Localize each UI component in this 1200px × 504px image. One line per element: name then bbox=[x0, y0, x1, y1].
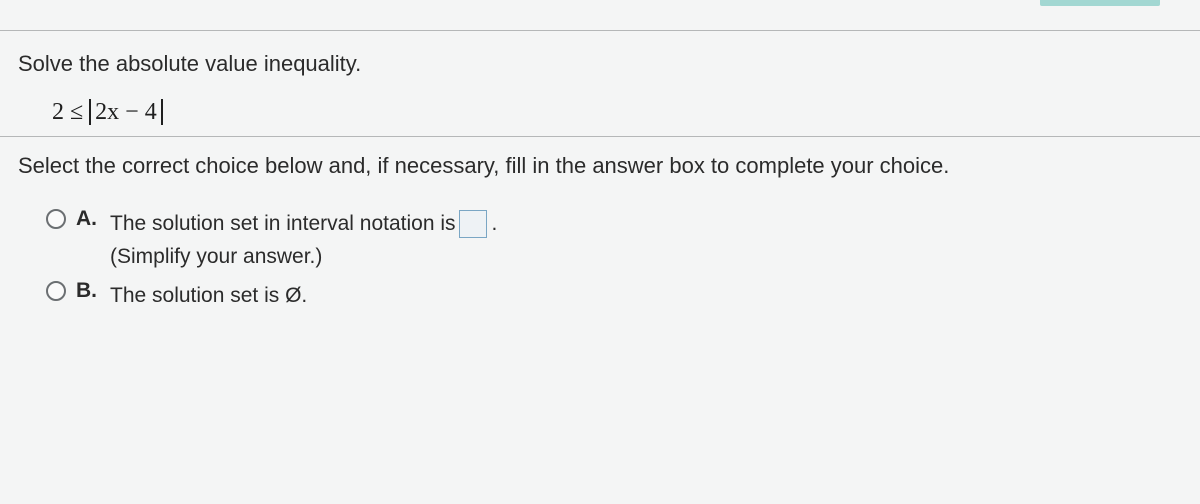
question-page: Solve the absolute value inequality. 2 ≤… bbox=[0, 0, 1200, 504]
choice-b-line: The solution set is Ø. bbox=[110, 279, 307, 313]
choice-a-sub: (Simplify your answer.) bbox=[110, 245, 497, 269]
answer-input-box[interactable] bbox=[459, 210, 487, 238]
radio-a[interactable] bbox=[46, 209, 66, 229]
choice-list: A. The solution set in interval notation… bbox=[46, 207, 1182, 312]
choice-a-text: The solution set in interval notation is bbox=[110, 207, 456, 241]
absolute-value: 2x − 4 bbox=[89, 99, 163, 125]
choice-a-label: A. bbox=[76, 207, 100, 231]
choice-a-row: A. The solution set in interval notation… bbox=[46, 207, 1182, 269]
choice-a-line: The solution set in interval notation is… bbox=[110, 207, 497, 241]
question-prompt: Solve the absolute value inequality. bbox=[18, 51, 1182, 77]
radio-b[interactable] bbox=[46, 281, 66, 301]
accent-bar bbox=[1040, 0, 1160, 6]
choice-b-label: B. bbox=[76, 279, 100, 303]
expression-left: 2 ≤ bbox=[52, 99, 89, 125]
answer-section: Select the correct choice below and, if … bbox=[0, 136, 1200, 332]
choice-a-period: . bbox=[492, 212, 498, 236]
choice-b-row: B. The solution set is Ø. bbox=[46, 279, 1182, 313]
choice-b-text: The solution set is Ø. bbox=[110, 279, 307, 313]
choice-b-content: The solution set is Ø. bbox=[110, 279, 307, 313]
answer-instruction: Select the correct choice below and, if … bbox=[18, 153, 1182, 179]
math-expression: 2 ≤ 2x − 4 bbox=[52, 99, 1182, 126]
choice-a-content: The solution set in interval notation is… bbox=[110, 207, 497, 269]
question-section: Solve the absolute value inequality. 2 ≤… bbox=[0, 30, 1200, 136]
